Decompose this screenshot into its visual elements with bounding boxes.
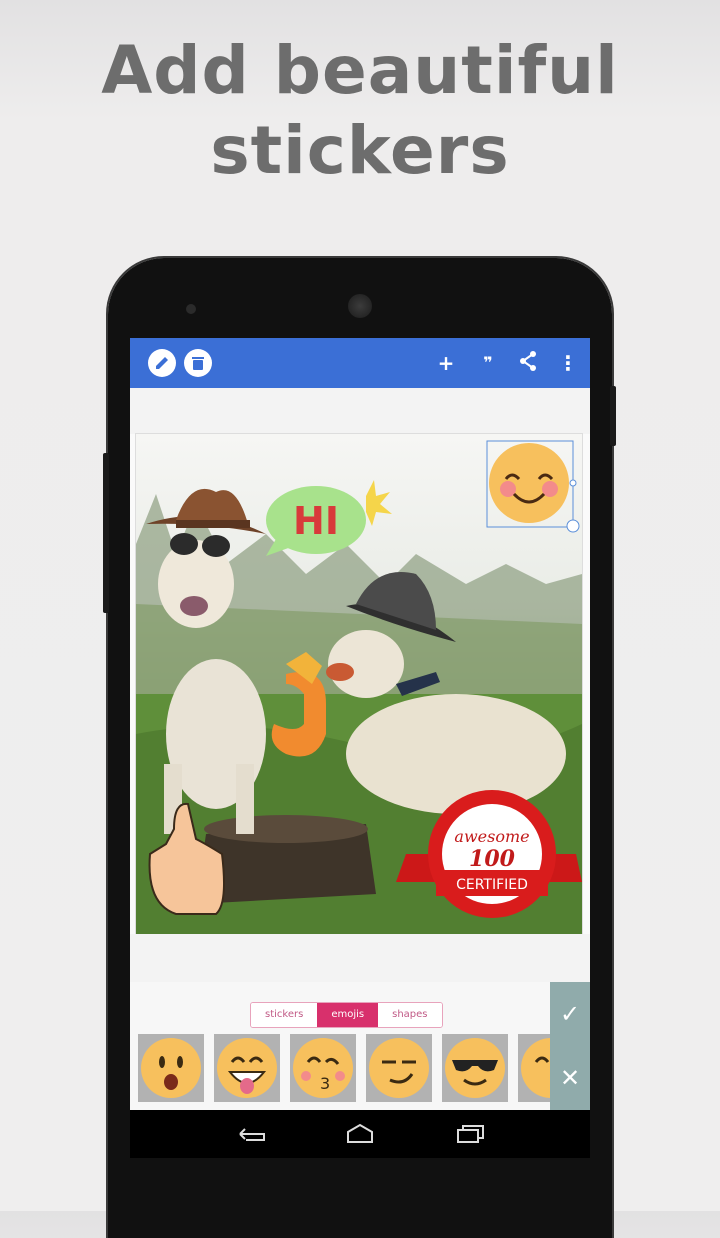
- volume-button: [103, 453, 109, 613]
- pencil-icon[interactable]: [148, 349, 176, 377]
- phone-screen: + ❞ ⋮ HI awesome 100 CERTIFIED stickers …: [130, 338, 590, 1158]
- tab-emojis[interactable]: emojis: [317, 1003, 379, 1027]
- badge-top-text: awesome: [454, 827, 529, 846]
- trash-icon[interactable]: [184, 349, 212, 377]
- surprised-face-icon[interactable]: [138, 1034, 204, 1102]
- speech-bubble-text: HI: [293, 499, 339, 543]
- canvas-bottom-margin: [130, 934, 590, 982]
- tab-stickers[interactable]: stickers: [251, 1003, 318, 1027]
- badge-bottom-text: CERTIFIED: [456, 877, 528, 893]
- svg-text:3: 3: [320, 1074, 330, 1093]
- quote-icon[interactable]: ❞: [476, 350, 500, 376]
- category-tabs: stickers emojis shapes: [250, 1002, 443, 1028]
- plus-icon[interactable]: +: [434, 350, 458, 376]
- sticker-panel: stickers emojis shapes 3: [130, 982, 590, 1110]
- power-button: [610, 386, 616, 446]
- action-sidebar: ✓ ✕: [550, 982, 590, 1110]
- emoji-palette: 3: [138, 1034, 550, 1106]
- tab-shapes[interactable]: shapes: [378, 1003, 442, 1027]
- app-toolbar: + ❞ ⋮: [130, 338, 590, 388]
- headline-line-2: stickers: [210, 112, 510, 189]
- share-icon[interactable]: [516, 350, 540, 376]
- partial-face-icon[interactable]: [518, 1034, 550, 1102]
- smirk-face-icon[interactable]: [366, 1034, 432, 1102]
- system-nav-bar: [130, 1110, 590, 1158]
- confirm-button[interactable]: ✓: [550, 996, 590, 1032]
- more-vert-icon[interactable]: ⋮: [558, 350, 578, 376]
- canvas-top-margin: [130, 388, 590, 434]
- back-icon[interactable]: [236, 1120, 268, 1148]
- home-icon[interactable]: [344, 1120, 376, 1148]
- headline-line-1: Add beautiful: [101, 32, 619, 109]
- badge-number-text: 100: [469, 846, 516, 872]
- photo-canvas[interactable]: HI awesome 100 CERTIFIED: [136, 434, 582, 934]
- recents-icon[interactable]: [454, 1120, 486, 1148]
- tongue-out-face-icon[interactable]: [214, 1034, 280, 1102]
- sunglasses-face-icon[interactable]: [442, 1034, 508, 1102]
- front-camera: [186, 304, 196, 314]
- earpiece-speaker: [348, 294, 372, 318]
- kissing-face-icon[interactable]: 3: [290, 1034, 356, 1102]
- cancel-button[interactable]: ✕: [550, 1060, 590, 1096]
